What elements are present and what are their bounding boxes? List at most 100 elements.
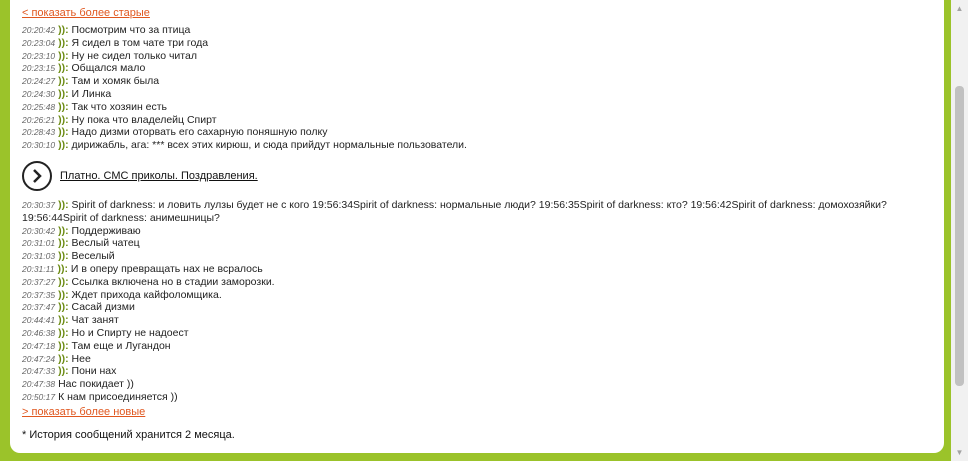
message-author[interactable]: )): — [58, 353, 69, 365]
message-timestamp: 20:44:41 — [22, 315, 56, 326]
chat-message: 20:24:27)): Там и хомяк была — [22, 75, 932, 88]
message-text: Там и хомяк была — [71, 75, 160, 88]
message-author[interactable]: )): — [58, 250, 69, 262]
message-text: Общался мало — [71, 62, 146, 75]
chat-content: < показать более старые 20:20:42)): Посм… — [22, 7, 932, 441]
message-text: Надо дизми оторвать его сахарную поняшну… — [71, 126, 328, 139]
message-timestamp: 20:37:27 — [22, 276, 56, 287]
message-author[interactable]: )): — [58, 199, 69, 211]
message-text: Ну не сидел только читал — [71, 49, 197, 62]
message-text: Поддерживаю — [71, 224, 141, 237]
message-timestamp: 20:20:42 — [22, 25, 56, 35]
message-timestamp: 20:47:24 — [22, 353, 56, 364]
message-author[interactable]: )): — [58, 225, 69, 237]
chat-message: 20:31:01)): Веслый чатец — [22, 237, 932, 250]
chat-message: 20:47:33)): Пони нах — [22, 365, 932, 378]
scrollbar-thumb[interactable] — [955, 86, 964, 386]
message-text: И в оперу превращать нах не всралось — [70, 262, 263, 275]
message-author[interactable]: )): — [58, 75, 69, 87]
chat-message: 20:30:37)): Spirit of darkness: и ловить… — [22, 199, 932, 225]
chat-message: 20:47:24)): Нее — [22, 353, 932, 366]
message-author[interactable]: )): — [58, 62, 69, 74]
message-timestamp: 20:24:30 — [22, 88, 56, 99]
message-text: Ну пока что владелейц Спирт — [71, 113, 217, 126]
message-text: Ждет прихода кайфоломщика. — [71, 288, 222, 301]
promo-banner[interactable]: Платно. СМС приколы. Поздравления. — [22, 156, 932, 196]
chat-message: 20:23:04)): Я сидел в том чате три года — [22, 37, 932, 50]
chat-message: 20:30:10)): дирижабль, ага: *** всех эти… — [22, 139, 932, 152]
message-author[interactable]: )): — [58, 126, 69, 138]
message-author[interactable]: )): — [58, 327, 69, 339]
message-timestamp: 20:30:42 — [22, 225, 56, 236]
message-timestamp: 20:31:03 — [22, 251, 56, 262]
message-author[interactable]: )): — [58, 139, 69, 151]
message-text: Веслый чатец — [71, 237, 140, 250]
scroll-down-arrow-icon[interactable]: ▼ — [951, 444, 968, 461]
show-older-link[interactable]: < показать более старые — [22, 7, 932, 20]
message-timestamp: 20:23:04 — [22, 37, 56, 48]
message-text: Так что хозяин есть — [71, 100, 168, 113]
chat-message: 20:20:42)): Посмотрим что за птица — [22, 24, 932, 37]
history-retention-note: * История сообщений хранится 2 месяца. — [22, 428, 235, 441]
chat-message: 20:23:10)): Ну не сидел только читал — [22, 50, 932, 63]
message-text: Сасай дизми — [71, 301, 135, 314]
message-author[interactable]: )): — [58, 50, 69, 62]
message-text: Spirit of darkness: и ловить лулзы будет… — [22, 198, 887, 224]
message-timestamp: 20:47:33 — [22, 366, 56, 377]
message-timestamp: 20:47:18 — [22, 340, 56, 351]
message-author[interactable]: )): — [58, 37, 69, 49]
chat-message: 20:37:35)): Ждет прихода кайфоломщика. — [22, 289, 932, 302]
message-text: Нас покидает )) — [58, 378, 134, 391]
message-text: Нее — [71, 352, 91, 365]
message-text: Посмотрим что за птица — [71, 24, 191, 36]
message-text: Пони нах — [71, 365, 117, 378]
message-author[interactable]: )): — [58, 340, 69, 352]
promo-link[interactable]: Платно. СМС приколы. Поздравления. — [60, 170, 258, 182]
message-author[interactable]: )): — [58, 365, 69, 377]
message-author[interactable]: )): — [58, 289, 69, 301]
chat-message: 20:24:30)): И Линка — [22, 88, 932, 101]
message-timestamp: 20:31:11 — [22, 263, 55, 274]
chat-message: 20:28:43)): Надо дизми оторвать его саха… — [22, 126, 932, 139]
chat-message: 20:47:38 Нас покидает )) — [22, 378, 932, 391]
message-text: Я сидел в том чате три года — [71, 36, 209, 49]
message-timestamp: 20:37:35 — [22, 289, 56, 300]
chat-message: 20:26:21)): Ну пока что владелейц Спирт — [22, 114, 932, 127]
message-text: И Линка — [71, 87, 112, 100]
chat-message: 20:31:11)): И в оперу превращать нах не … — [22, 263, 932, 276]
scroll-up-arrow-icon[interactable]: ▲ — [951, 0, 968, 17]
message-author[interactable]: )): — [58, 237, 69, 249]
message-author[interactable]: )): — [58, 314, 69, 326]
message-author[interactable]: )): — [58, 101, 69, 113]
message-timestamp: 20:28:43 — [22, 127, 56, 138]
message-author[interactable]: )): — [57, 263, 68, 275]
chat-history-panel: < показать более старые 20:20:42)): Посм… — [10, 0, 944, 453]
message-text: дирижабль, ага: *** всех этих кирюш, и с… — [71, 139, 467, 152]
message-text: Но и Спирту не надоест — [71, 326, 189, 339]
show-newer-link[interactable]: > показать более новые — [22, 406, 932, 419]
chevron-right-circle-icon[interactable] — [22, 160, 52, 191]
chat-message: 20:44:41)): Чат занят — [22, 314, 932, 327]
message-timestamp: 20:37:47 — [22, 302, 56, 313]
message-text: Чат занят — [71, 314, 119, 327]
message-timestamp: 20:30:10 — [22, 140, 56, 151]
message-timestamp: 20:30:37 — [22, 199, 56, 210]
message-author[interactable]: )): — [58, 301, 69, 313]
message-text: Веселый — [71, 250, 115, 263]
message-timestamp: 20:24:27 — [22, 76, 56, 87]
message-timestamp: 20:23:15 — [22, 63, 56, 74]
message-timestamp: 20:50:17 — [22, 391, 56, 402]
chat-message: 20:23:15)): Общался мало — [22, 62, 932, 75]
message-text: Там еще и Лугандон — [71, 339, 171, 352]
message-author[interactable]: )): — [58, 276, 69, 288]
message-timestamp: 20:25:48 — [22, 101, 56, 112]
vertical-scrollbar[interactable]: ▲ ▼ — [951, 0, 968, 461]
message-text: Ссылка включена но в стадии заморозки. — [71, 275, 275, 288]
message-author[interactable]: )): — [58, 114, 69, 126]
chat-message: 20:30:42)): Поддерживаю — [22, 225, 932, 238]
message-author[interactable]: )): — [58, 24, 69, 36]
message-author[interactable]: )): — [58, 88, 69, 100]
chat-message: 20:37:27)): Ссылка включена но в стадии … — [22, 276, 932, 289]
message-timestamp: 20:23:10 — [22, 50, 56, 61]
chat-message: 20:31:03)): Веселый — [22, 250, 932, 263]
